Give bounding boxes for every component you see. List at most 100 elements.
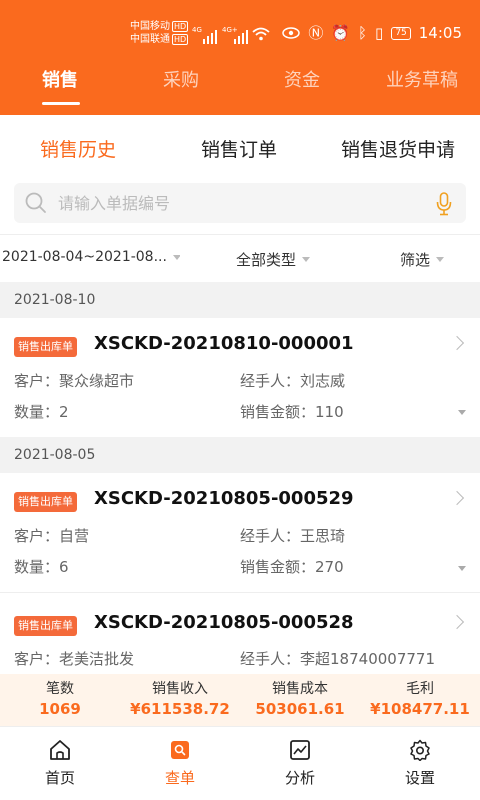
order-type-badge: 销售出库单 bbox=[14, 492, 77, 512]
search-icon bbox=[25, 192, 46, 213]
customer-value: 自营 bbox=[59, 527, 90, 545]
microphone-icon[interactable] bbox=[436, 192, 452, 216]
nav-label: 分析 bbox=[284, 769, 315, 787]
date-group-header: 2021-08-05 bbox=[0, 437, 480, 473]
customer-label: 客户： bbox=[14, 372, 60, 390]
status-bar: 中国移动 HD 中国联通 HD 4G 4G+ Ⓝ ⏰ ᛒ ▯ 75 14:05 bbox=[0, 0, 480, 60]
subtab-sales-history[interactable]: 销售历史 bbox=[40, 135, 116, 162]
status-time: 14:05 bbox=[418, 24, 462, 42]
order-number: XSCKD-20210805-000529 bbox=[94, 488, 354, 509]
order-card[interactable]: 销售出库单 XSCKD-20210805-000529 客户：自营 经手人：王思… bbox=[0, 473, 480, 593]
app-header: 中国移动 HD 中国联通 HD 4G 4G+ Ⓝ ⏰ ᛒ ▯ 75 14:05 销售… bbox=[0, 0, 480, 115]
customer-value: 聚众缘超市 bbox=[59, 372, 135, 390]
amount-field: 销售金额：270 bbox=[240, 556, 344, 577]
carrier-1: 中国移动 bbox=[130, 21, 170, 32]
top-tabs: 销售 采购 资金 业务草稿 bbox=[0, 66, 480, 106]
handler-value: 王思琦 bbox=[300, 527, 346, 545]
expand-icon[interactable] bbox=[458, 410, 466, 415]
tab-purchase[interactable]: 采购 bbox=[163, 66, 199, 92]
customer-field: 客户：聚众缘超市 bbox=[14, 370, 134, 391]
nav-analysis[interactable]: 分析 bbox=[240, 727, 360, 800]
carrier-info: 中国移动 HD 中国联通 HD bbox=[130, 20, 189, 46]
quantity-value: 2 bbox=[59, 403, 69, 421]
search-bar bbox=[14, 183, 466, 223]
tab-funds[interactable]: 资金 bbox=[284, 66, 320, 92]
quantity-field: 数量：2 bbox=[14, 401, 69, 422]
order-type-badge: 销售出库单 bbox=[14, 616, 77, 636]
nav-label: 设置 bbox=[404, 769, 435, 787]
nav-query-orders[interactable]: 查单 bbox=[120, 727, 240, 800]
customer-label: 客户： bbox=[14, 527, 60, 545]
summary-sales-revenue: 销售收入 ¥611538.72 bbox=[120, 680, 240, 720]
handler-label: 经手人： bbox=[240, 527, 301, 545]
nav-label: 首页 bbox=[44, 769, 75, 787]
search-doc-icon bbox=[171, 741, 189, 759]
summary-gross-profit: 毛利 ¥108477.11 bbox=[360, 680, 480, 720]
handler-field: 经手人：李超18740007771 bbox=[240, 648, 435, 669]
expand-icon[interactable] bbox=[458, 566, 466, 571]
date-range-filter[interactable]: 2021-08-04~2021-08... bbox=[2, 249, 180, 265]
summary-label: 销售收入 bbox=[152, 681, 208, 697]
chevron-right-icon bbox=[449, 335, 465, 351]
active-tab-indicator bbox=[42, 102, 80, 105]
quantity-label: 数量： bbox=[14, 403, 60, 421]
search-input[interactable] bbox=[58, 183, 428, 223]
tab-sales[interactable]: 销售 bbox=[42, 66, 78, 92]
handler-value: 李超18740007771 bbox=[300, 650, 435, 668]
subtab-sales-return-request[interactable]: 销售退货申请 bbox=[341, 135, 455, 162]
summary-sales-cost: 销售成本 503061.61 bbox=[240, 680, 360, 720]
quantity-field: 数量：6 bbox=[14, 556, 69, 577]
customer-label: 客户： bbox=[14, 650, 60, 668]
chevron-down-icon bbox=[172, 254, 180, 260]
filter-row: 2021-08-04~2021-08... 全部类型 筛选 bbox=[0, 234, 480, 282]
summary-value: 503061.61 bbox=[255, 700, 345, 718]
chevron-right-icon bbox=[449, 614, 465, 630]
wifi-icon bbox=[252, 27, 270, 41]
network-type-1: 4G bbox=[192, 26, 202, 34]
screen-filter-label: 筛选 bbox=[400, 251, 431, 269]
nfc-icon: Ⓝ bbox=[308, 24, 324, 42]
amount-value: 270 bbox=[315, 558, 344, 576]
order-type-badge: 销售出库单 bbox=[14, 337, 77, 357]
battery-icon: 75 bbox=[391, 26, 411, 40]
type-filter[interactable]: 全部类型 bbox=[236, 249, 311, 270]
summary-label: 销售成本 bbox=[272, 681, 328, 697]
summary-value: 1069 bbox=[39, 700, 81, 718]
handler-label: 经手人： bbox=[240, 650, 301, 668]
chart-icon bbox=[290, 740, 310, 760]
summary-label: 笔数 bbox=[46, 681, 74, 697]
order-card[interactable]: 销售出库单 XSCKD-20210805-000528 客户：老美洁批发 经手人… bbox=[0, 597, 480, 674]
home-icon bbox=[50, 740, 70, 760]
amount-label: 销售金额： bbox=[240, 558, 316, 576]
nav-settings[interactable]: 设置 bbox=[360, 727, 480, 800]
amount-value: 110 bbox=[315, 403, 344, 421]
amount-label: 销售金额： bbox=[240, 403, 316, 421]
tab-business-drafts[interactable]: 业务草稿 bbox=[386, 66, 458, 92]
quantity-label: 数量： bbox=[14, 558, 60, 576]
hd-badge: HD bbox=[172, 21, 189, 32]
hd-badge: HD bbox=[172, 34, 189, 45]
order-card[interactable]: 销售出库单 XSCKD-20210810-000001 客户：聚众缘超市 经手人… bbox=[0, 318, 480, 436]
chevron-down-icon bbox=[436, 257, 445, 262]
bluetooth-icon: ᛒ bbox=[358, 24, 368, 42]
customer-field: 客户：老美洁批发 bbox=[14, 648, 134, 669]
order-number: XSCKD-20210805-000528 bbox=[94, 612, 354, 633]
subtab-sales-orders[interactable]: 销售订单 bbox=[201, 135, 277, 162]
eye-icon bbox=[282, 27, 301, 39]
date-group-header: 2021-08-10 bbox=[0, 282, 480, 318]
carrier-2: 中国联通 bbox=[130, 34, 170, 45]
order-number: XSCKD-20210810-000001 bbox=[94, 333, 354, 354]
handler-label: 经手人： bbox=[240, 372, 301, 390]
nav-home[interactable]: 首页 bbox=[0, 727, 120, 800]
customer-value: 老美洁批发 bbox=[59, 650, 135, 668]
quantity-value: 6 bbox=[59, 558, 69, 576]
summary-value: ¥611538.72 bbox=[130, 700, 230, 718]
screen-filter[interactable]: 筛选 bbox=[400, 249, 445, 270]
alarm-icon: ⏰ bbox=[331, 24, 351, 42]
customer-field: 客户：自营 bbox=[14, 525, 89, 546]
summary-label: 毛利 bbox=[406, 681, 434, 697]
bottom-nav: 首页 查单 分析 设置 bbox=[0, 726, 480, 800]
handler-field: 经手人：刘志威 bbox=[240, 370, 345, 391]
chevron-down-icon bbox=[302, 257, 311, 262]
gear-icon bbox=[410, 739, 430, 761]
